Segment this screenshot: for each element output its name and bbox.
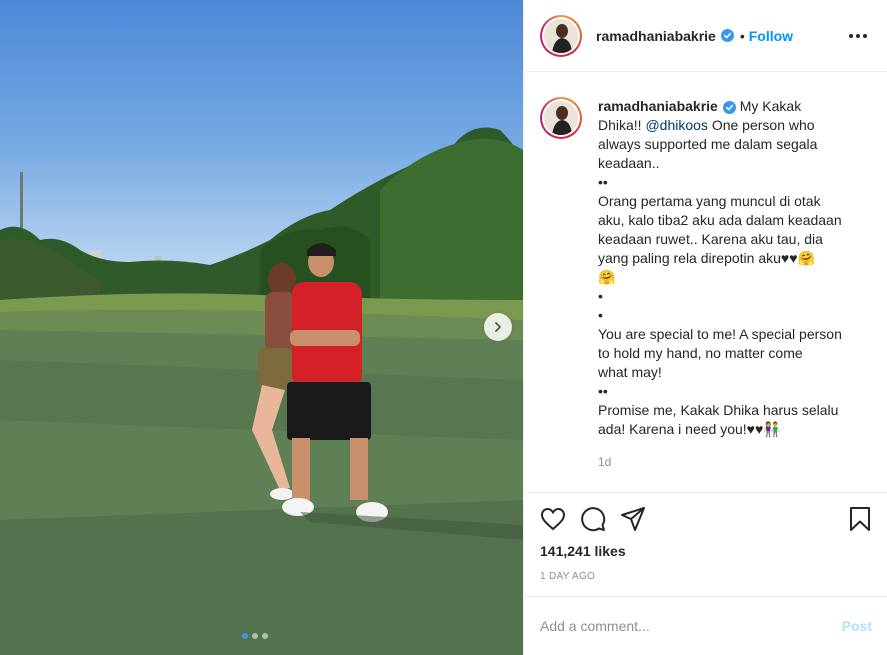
golf-course-photo: [0, 127, 523, 655]
comment-input[interactable]: [540, 618, 842, 634]
caption-line: Promise me, Kakak Dhika harus selalu: [598, 402, 839, 418]
avatar[interactable]: [540, 14, 582, 57]
comment-form: Post: [524, 596, 887, 655]
heart-icon[interactable]: [540, 507, 566, 531]
caption-line: ••: [598, 174, 608, 190]
post-comment-button[interactable]: Post: [842, 618, 872, 634]
verified-badge-icon: [720, 29, 734, 42]
avatar-image: [544, 101, 578, 135]
bookmark-icon[interactable]: [848, 506, 872, 532]
more-options-icon[interactable]: [845, 30, 871, 42]
comment-bubble-icon[interactable]: [580, 506, 606, 532]
caption-line: aku, kalo tiba2 aku ada dalam keadaan: [598, 212, 842, 228]
caption-line: •: [598, 288, 603, 304]
separator-dot: •: [739, 27, 745, 44]
paper-plane-icon[interactable]: [620, 506, 646, 532]
avatar[interactable]: [540, 97, 582, 139]
caption-line: Orang pertama yang muncul di otak: [598, 193, 821, 209]
caption-line: ada! Karena i need you!♥♥👫: [598, 421, 781, 437]
chevron-right-icon: [495, 322, 501, 332]
post-date[interactable]: 1 DAY AGO: [540, 571, 872, 582]
verified-badge-icon: [722, 100, 736, 114]
follow-button[interactable]: Follow: [749, 28, 793, 44]
caption-line: to hold my hand, no matter come: [598, 345, 803, 361]
caption-line: always supported me dalam segala: [598, 136, 818, 152]
caption-line: keadaan..: [598, 155, 660, 171]
mention-link[interactable]: @dhikoos: [645, 117, 707, 133]
caption-line: My Kakak: [739, 98, 802, 114]
caption-line: One person who: [707, 117, 815, 133]
next-photo-button[interactable]: [484, 313, 512, 341]
carousel-dot: [242, 633, 248, 639]
caption-line: •: [598, 307, 603, 323]
caption-username-link[interactable]: ramadhaniabakrie: [598, 98, 718, 114]
caption-line: keadaan ruwet.. Karena aku tau, dia: [598, 231, 823, 247]
caption-text: ramadhaniabakrie My Kakak Dhika!! @dhiko…: [598, 97, 868, 472]
carousel-dot: [252, 633, 258, 639]
caption-line: ••: [598, 383, 608, 399]
post-actions: 141,241 likes 1 DAY AGO: [524, 492, 887, 582]
avatar-image: [544, 18, 578, 53]
caption-timestamp[interactable]: 1d: [598, 453, 868, 472]
caption-line: You are special to me! A special person: [598, 326, 842, 342]
carousel-indicator: [242, 633, 268, 639]
post-caption: ramadhaniabakrie My Kakak Dhika!! @dhiko…: [540, 97, 880, 472]
header-username-link[interactable]: ramadhaniabakrie: [596, 28, 716, 44]
post-photo[interactable]: [0, 0, 523, 655]
caption-line: yang paling rela direpotin aku♥♥🤗: [598, 250, 815, 266]
caption-line: Dhika!!: [598, 117, 646, 133]
post-details-panel: ramadhaniabakrie • Follow ramadhaniabakr…: [523, 0, 887, 655]
caption-line: what may!: [598, 364, 662, 380]
likes-count[interactable]: 141,241 likes: [540, 543, 872, 559]
caption-line: 🤗: [598, 269, 616, 285]
carousel-dot: [262, 633, 268, 639]
post-header: ramadhaniabakrie • Follow: [524, 0, 887, 72]
